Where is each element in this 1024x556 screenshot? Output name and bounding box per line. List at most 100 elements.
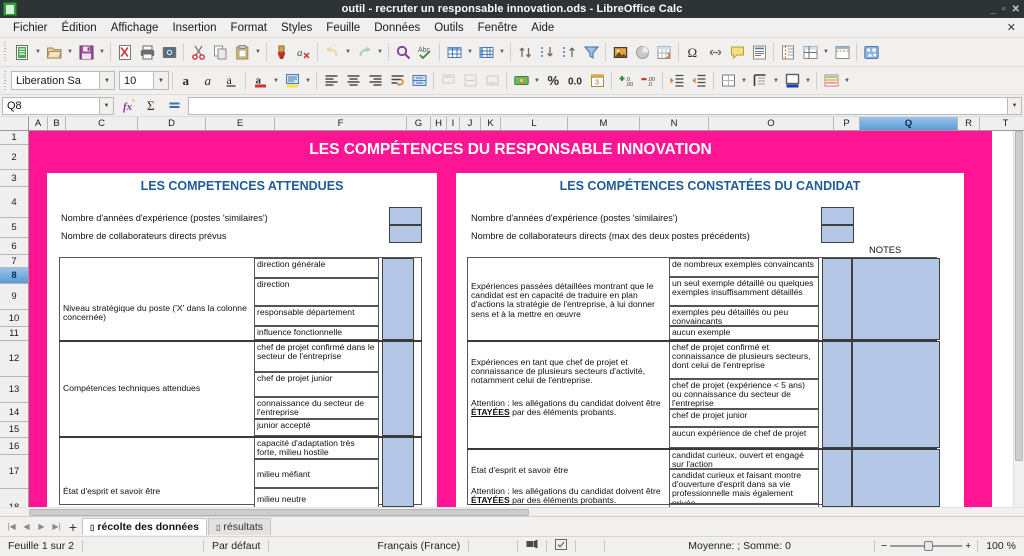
row-header-18[interactable]: 18 xyxy=(0,489,28,507)
row-header-13[interactable]: 13 xyxy=(0,377,28,403)
right-notes-2[interactable] xyxy=(852,341,940,448)
right-option-1-3[interactable]: exemples peu détaillés ou peu convaincan… xyxy=(669,306,819,326)
row-header-3[interactable]: 3 xyxy=(0,170,28,187)
column-header-N[interactable]: N xyxy=(640,117,709,130)
add-decimal-icon[interactable]: .0.00 xyxy=(615,70,637,92)
percent-format-icon[interactable]: % xyxy=(542,70,564,92)
next-sheet-button[interactable]: ▶ xyxy=(34,522,49,531)
export-pdf-icon[interactable] xyxy=(114,41,136,63)
italic-icon[interactable]: a xyxy=(198,70,220,92)
menu-outils[interactable]: Outils xyxy=(427,20,470,36)
menu-format[interactable]: Format xyxy=(224,20,274,36)
align-right-icon[interactable] xyxy=(364,70,386,92)
left-option-1-4[interactable]: influence fonctionnelle xyxy=(254,326,379,340)
row-icon[interactable] xyxy=(443,41,465,63)
sort-descending-icon[interactable] xyxy=(558,41,580,63)
grid-cells[interactable]: LES COMPÉTENCES DU RESPONSABLE INNOVATIO… xyxy=(29,131,1024,507)
left-input-collaborators[interactable] xyxy=(389,225,422,243)
column-header-C[interactable]: C xyxy=(66,117,138,130)
row-header-16[interactable]: 16 xyxy=(0,438,28,455)
align-center-icon[interactable] xyxy=(342,70,364,92)
font-color-dropdown-icon[interactable]: ▼ xyxy=(271,70,281,92)
function-wizard-icon[interactable]: fx xyxy=(119,95,141,117)
sheet-tab-resultats[interactable]: ▯ résultats xyxy=(208,518,271,535)
vertical-scrollbar-thumb[interactable] xyxy=(1015,131,1023,461)
column-header-D[interactable]: D xyxy=(138,117,206,130)
font-size-input[interactable]: 10 xyxy=(119,71,153,90)
column-header-L[interactable]: L xyxy=(501,117,568,130)
save-dropdown-icon[interactable]: ▼ xyxy=(97,41,107,63)
zoom-slider-track[interactable] xyxy=(890,545,962,547)
formula-expand-icon[interactable]: ▼ xyxy=(1008,97,1022,115)
right-notes-3[interactable] xyxy=(852,449,940,507)
align-top-icon[interactable] xyxy=(437,70,459,92)
left-option-1-2[interactable]: direction xyxy=(254,278,379,306)
border-style-dropdown-icon[interactable]: ▼ xyxy=(771,70,781,92)
right-option-1-1[interactable]: de nombreux exemples convaincants xyxy=(669,258,819,277)
row-header-8[interactable]: 8 xyxy=(0,268,28,284)
insert-comment-icon[interactable] xyxy=(726,41,748,63)
close-document-button[interactable]: ✕ xyxy=(1007,21,1016,34)
last-sheet-button[interactable]: ▶| xyxy=(49,522,64,531)
sort-ascending-icon[interactable] xyxy=(536,41,558,63)
headers-footers-icon[interactable] xyxy=(748,41,770,63)
right-option-3-2[interactable]: candidat curieux et faisant montre d'ouv… xyxy=(669,469,819,504)
menu-aide[interactable]: Aide xyxy=(524,20,561,36)
maximize-button[interactable]: ▫ xyxy=(1002,4,1006,15)
row-header-10[interactable]: 10 xyxy=(0,310,28,327)
column-header-J[interactable]: J xyxy=(460,117,481,130)
left-option-3-3[interactable]: milieu neutre xyxy=(254,488,379,507)
highlight-color-dropdown-icon[interactable]: ▼ xyxy=(303,70,313,92)
left-option-1-3[interactable]: responsable département xyxy=(254,306,379,326)
right-score-3[interactable] xyxy=(822,449,852,507)
undo-dropdown-icon[interactable]: ▼ xyxy=(343,41,353,63)
column-header-I[interactable]: I xyxy=(447,117,460,130)
row-header-12[interactable]: 12 xyxy=(0,341,28,377)
formula-input-line[interactable] xyxy=(188,97,1008,115)
left-option-2-3[interactable]: connaissance du secteur de l'entreprise xyxy=(254,397,379,419)
insert-hyperlink-icon[interactable] xyxy=(704,41,726,63)
cut-icon[interactable] xyxy=(187,41,209,63)
column-header-P[interactable]: P xyxy=(834,117,860,130)
column-icon[interactable] xyxy=(475,41,497,63)
column-header-B[interactable]: B xyxy=(48,117,66,130)
find-replace-icon[interactable] xyxy=(392,41,414,63)
show-draw-functions-icon[interactable] xyxy=(860,41,882,63)
right-option-2-1[interactable]: chef de projet confirmé et connaissance … xyxy=(669,341,819,379)
paste-icon[interactable] xyxy=(231,41,253,63)
borders-icon[interactable] xyxy=(717,70,739,92)
name-box-dropdown-icon[interactable]: ▼ xyxy=(100,97,114,115)
menu-fenetre[interactable]: Fenêtre xyxy=(471,20,525,36)
open-dropdown-icon[interactable]: ▼ xyxy=(65,41,75,63)
right-option-3-1[interactable]: candidat curieux, ouvert et engagé sur l… xyxy=(669,449,819,469)
highlight-color-icon[interactable] xyxy=(281,70,303,92)
row-dropdown-icon[interactable]: ▼ xyxy=(465,41,475,63)
align-left-icon[interactable] xyxy=(320,70,342,92)
left-option-3-1[interactable]: capacité d'adaptation très forte, milieu… xyxy=(254,437,379,459)
menu-edition[interactable]: Édition xyxy=(55,20,104,36)
zoom-slider-knob[interactable] xyxy=(924,541,933,551)
font-color-icon[interactable]: a xyxy=(249,70,271,92)
column-header-A[interactable]: A xyxy=(29,117,48,130)
row-header-17[interactable]: 17 xyxy=(0,455,28,489)
right-option-2-4[interactable]: aucun expérience de chef de projet xyxy=(669,427,819,448)
paste-dropdown-icon[interactable]: ▼ xyxy=(253,41,263,63)
formula-equals-icon[interactable] xyxy=(163,95,185,117)
sheet-tab-recolte-des-donnees[interactable]: ▯ récolte des données xyxy=(82,518,207,535)
date-format-icon[interactable]: 3 xyxy=(586,70,608,92)
left-option-2-4[interactable]: junior accepté xyxy=(254,419,379,436)
row-header-11[interactable]: 11 xyxy=(0,327,28,341)
print-preview-icon[interactable] xyxy=(158,41,180,63)
insert-image-icon[interactable] xyxy=(609,41,631,63)
currency-format-icon[interactable] xyxy=(510,70,532,92)
select-all-corner[interactable] xyxy=(0,117,29,130)
menu-feuille[interactable]: Feuille xyxy=(319,20,367,36)
split-window-icon[interactable] xyxy=(799,41,821,63)
delete-decimal-icon[interactable]: .00.0 xyxy=(637,70,659,92)
spelling-icon[interactable]: Abc xyxy=(414,41,436,63)
column-header-H[interactable]: H xyxy=(431,117,447,130)
left-input-years[interactable] xyxy=(389,207,422,225)
minimize-button[interactable]: _ xyxy=(991,4,997,15)
column-header-K[interactable]: K xyxy=(481,117,501,130)
left-option-2-2[interactable]: chef de projet junior xyxy=(254,372,379,397)
